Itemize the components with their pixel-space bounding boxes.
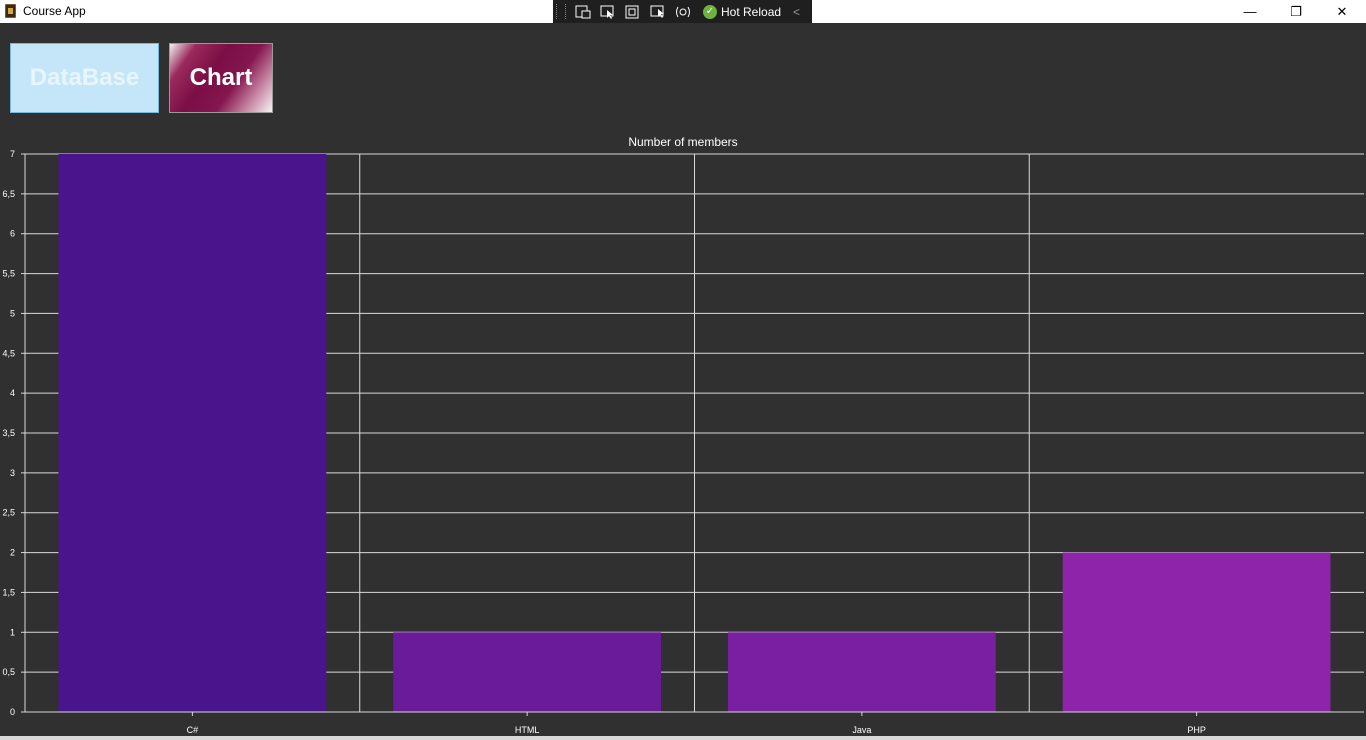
window-bottom-edge bbox=[0, 736, 1366, 740]
y-tick-label: 3 bbox=[10, 468, 15, 478]
toolbar-grip-icon[interactable] bbox=[556, 4, 566, 19]
bar-csharp bbox=[58, 154, 327, 712]
x-tick-label: C# bbox=[187, 725, 199, 735]
chart-button[interactable]: Chart bbox=[169, 43, 273, 113]
y-tick-label: 3,5 bbox=[2, 428, 15, 438]
restore-button[interactable]: ❐ bbox=[1273, 0, 1319, 23]
y-tick-label: 5 bbox=[10, 308, 15, 318]
y-tick-label: 1,5 bbox=[2, 587, 15, 597]
x-tick-label: Java bbox=[852, 725, 871, 735]
database-button[interactable]: DataBase bbox=[10, 43, 159, 113]
y-tick-label: 0,5 bbox=[2, 667, 15, 677]
y-tick-label: 6 bbox=[10, 229, 15, 239]
title-bar: Course App ✓ Hot Reload < — ❐ ✕ bbox=[0, 0, 1366, 23]
bar-chart: Number of members 0 0,5 1 1,5 2 2,5 3 3,5 4 4,5 5 5… bbox=[0, 126, 1366, 740]
y-tick-label: 1 bbox=[10, 627, 15, 637]
live-visual-tree-icon[interactable] bbox=[575, 5, 591, 19]
y-tick-label: 5,5 bbox=[2, 269, 15, 279]
select-element-icon[interactable] bbox=[600, 5, 616, 19]
app-icon bbox=[5, 4, 16, 18]
close-button[interactable]: ✕ bbox=[1319, 0, 1365, 23]
y-tick-label: 6,5 bbox=[2, 189, 15, 199]
x-tick-label: HTML bbox=[515, 725, 540, 735]
bar-java bbox=[727, 632, 996, 712]
xaml-debug-toolbar: ✓ Hot Reload < bbox=[553, 0, 812, 23]
bar-html bbox=[393, 632, 662, 712]
y-tick-label: 7 bbox=[10, 149, 15, 159]
hot-reload-label[interactable]: Hot Reload bbox=[721, 5, 781, 19]
track-focus-icon[interactable] bbox=[650, 5, 666, 19]
minimize-button[interactable]: — bbox=[1227, 0, 1273, 23]
y-tick-label: 4,5 bbox=[2, 348, 15, 358]
x-tick-label: PHP bbox=[1187, 725, 1206, 735]
y-tick-label: 2,5 bbox=[2, 508, 15, 518]
window-title: Course App bbox=[23, 4, 86, 18]
display-layout-adorners-icon[interactable] bbox=[625, 5, 641, 19]
hot-reload-status-icon: ✓ bbox=[703, 4, 717, 19]
y-tick-label: 2 bbox=[10, 548, 15, 558]
y-tick-label: 0 bbox=[10, 707, 15, 717]
y-tick-label: 4 bbox=[10, 388, 15, 398]
binding-failures-icon[interactable] bbox=[675, 5, 691, 19]
collapse-toolbar-icon[interactable]: < bbox=[793, 5, 800, 19]
chart-canvas: 0 0,5 1 1,5 2 2,5 3 3,5 4 4,5 5 5,5 6 6,5 7 C# HTML Java P… bbox=[2, 149, 1364, 735]
bar-php bbox=[1062, 552, 1331, 712]
